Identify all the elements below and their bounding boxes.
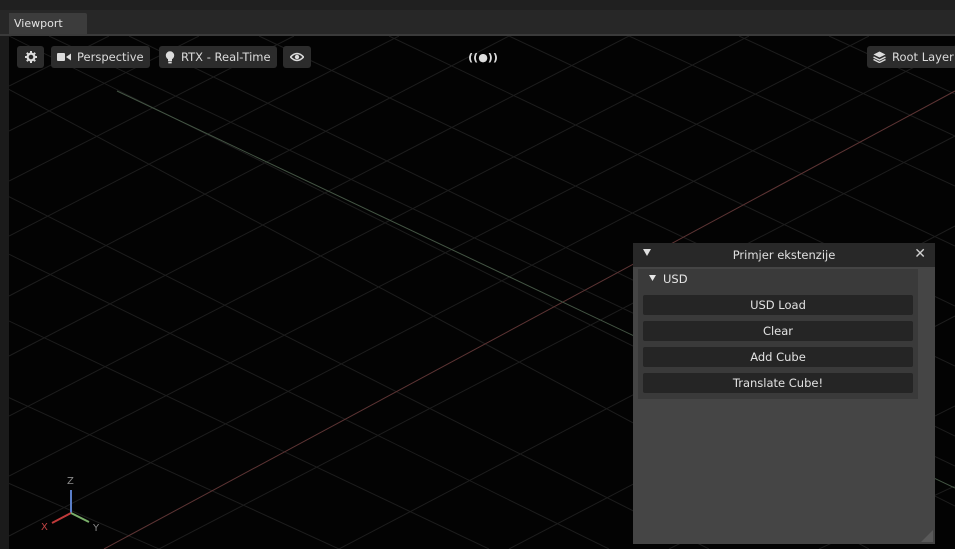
extension-window-title: Primjer ekstenzije (732, 248, 836, 262)
clear-button[interactable]: Clear (643, 321, 913, 341)
axis-gizmo: Z X Y (41, 476, 100, 534)
extension-window-titlebar[interactable]: Primjer ekstenzije ✕ (633, 243, 935, 267)
close-icon[interactable]: ✕ (914, 246, 926, 262)
add-cube-button[interactable]: Add Cube (643, 347, 913, 367)
renderer-label: RTX - Real-Time (181, 50, 271, 64)
tab-bar: Viewport (0, 0, 955, 36)
layer-label: Root Layer (892, 50, 954, 64)
eye-icon (290, 52, 304, 62)
lightbulb-icon (165, 50, 175, 63)
tab-strip (0, 10, 955, 36)
z-axis-label: Z (67, 476, 74, 487)
gear-icon (24, 51, 37, 63)
usd-section: USD USD Load Clear Add Cube Translate Cu… (638, 269, 918, 399)
usd-section-header[interactable]: USD (638, 269, 918, 289)
x-axis-label: X (41, 522, 48, 533)
layer-dropdown[interactable]: Root Layer (867, 46, 955, 68)
y-axis-gizmo-line (70, 512, 90, 523)
renderer-dropdown[interactable]: RTX - Real-Time (159, 46, 277, 68)
usd-section-label: USD (663, 272, 688, 286)
video-camera-icon (57, 53, 71, 61)
camera-dropdown[interactable]: Perspective (51, 46, 150, 68)
y-axis-label: Y (92, 523, 100, 534)
extension-window: Primjer ekstenzije ✕ USD USD Load Clear … (633, 243, 935, 544)
camera-label: Perspective (77, 50, 144, 64)
section-collapse-triangle-icon (649, 275, 656, 281)
live-sync-button[interactable]: ((●)) (464, 46, 502, 68)
broadcast-icon: ((●)) (468, 50, 498, 64)
resize-grip-icon[interactable] (921, 530, 933, 542)
usd-load-button[interactable]: USD Load (643, 295, 913, 315)
translate-cube-button[interactable]: Translate Cube! (643, 373, 913, 393)
visibility-button[interactable] (283, 46, 311, 68)
layers-icon (873, 51, 886, 63)
tab-viewport[interactable]: Viewport (9, 13, 87, 34)
settings-button[interactable] (17, 46, 44, 68)
x-axis-gizmo-line (51, 512, 72, 524)
